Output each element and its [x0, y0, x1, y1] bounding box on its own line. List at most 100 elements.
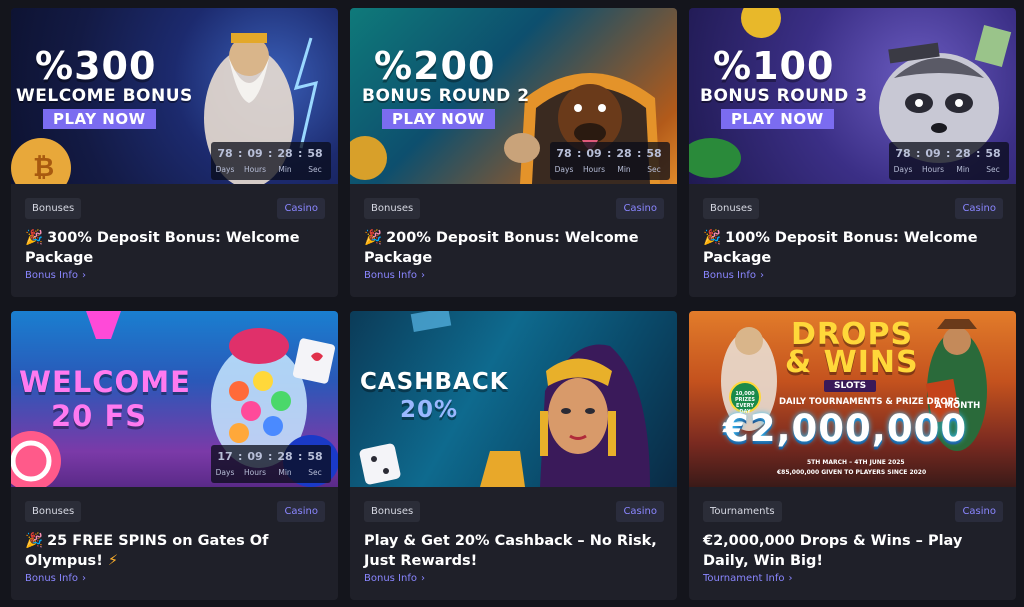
bonus-info-link[interactable]: Bonus Info ›: [364, 270, 425, 281]
timer-min: 28: [616, 147, 632, 160]
promo-title: Play & Get 20% Cashback – No Risk, Just …: [364, 531, 664, 571]
promo-card-cashback[interactable]: CASHBACK 20% Bonuses Casino Play & Get 2…: [350, 311, 677, 600]
countdown-timer: 78 : 09 : 28 : 58 Days Hours Min Sec: [211, 142, 331, 180]
timer-sec: 58: [307, 450, 323, 463]
bonus-percentage: %100: [713, 44, 835, 88]
promo-title-text: €2,000,000 Drops & Wins – Play Daily, Wi…: [703, 533, 963, 569]
party-icon: 🎉: [25, 533, 44, 549]
promo-title: 🎉 25 FREE SPINS on Gates Of Olympus! ⚡: [25, 531, 325, 571]
timer-sec: 58: [307, 147, 323, 160]
timer-days-label: Days: [215, 165, 235, 174]
timer-min: 28: [955, 147, 971, 160]
timer-sec-label: Sec: [986, 165, 1000, 174]
play-now-button[interactable]: PLAY NOW: [721, 109, 834, 129]
promo-banner[interactable]: %100 BONUS ROUND 3 PLAY NOW 78 : 09 : 28…: [689, 8, 1016, 184]
promo-card-200-bonus[interactable]: %200 BONUS ROUND 2 PLAY NOW 78 : 09 : 28…: [350, 8, 677, 297]
tag-badge: Bonuses: [364, 198, 421, 219]
promo-title: €2,000,000 Drops & Wins – Play Daily, Wi…: [703, 531, 1003, 571]
timer-days: 78: [217, 147, 233, 160]
welcome-heading: WELCOME: [19, 365, 191, 399]
category-badge: Casino: [277, 501, 325, 522]
timer-min-label: Min: [278, 165, 292, 174]
tag-badge: Bonuses: [25, 198, 82, 219]
chevron-right-icon: ›: [81, 573, 86, 584]
tournament-info-link[interactable]: Tournament Info ›: [703, 573, 793, 584]
tag-badge: Tournaments: [703, 501, 782, 522]
promo-banner[interactable]: %200 BONUS ROUND 2 PLAY NOW 78 : 09 : 28…: [350, 8, 677, 184]
cashback-heading: CASHBACK: [360, 369, 509, 395]
category-badge: Casino: [616, 198, 664, 219]
timer-sec: 58: [985, 147, 1001, 160]
promo-banner[interactable]: WELCOME 20 FS 17 : 09 : 28 : 58 Days Hou…: [11, 311, 338, 487]
category-badge: Casino: [616, 501, 664, 522]
timer-sec: 58: [646, 147, 662, 160]
chevron-right-icon: ›: [420, 270, 425, 281]
tournaments-subtitle: DAILY TOURNAMENTS & PRIZE DROPS: [779, 397, 960, 407]
timer-sec-label: Sec: [647, 165, 661, 174]
timer-hours: 09: [925, 147, 941, 160]
slots-label: SLOTS: [824, 380, 877, 392]
countdown-timer: 78 : 09 : 28 : 58 Days Hours Min Sec: [550, 142, 670, 180]
timer-hours: 09: [247, 450, 263, 463]
timer-sec-label: Sec: [308, 165, 322, 174]
timer-hours-label: Hours: [244, 165, 266, 174]
timer-days: 17: [217, 450, 233, 463]
chevron-right-icon: ›: [759, 270, 764, 281]
bonus-percentage: %300: [35, 44, 157, 88]
promo-title: 🎉 100% Deposit Bonus: Welcome Package: [703, 228, 1003, 268]
promo-title: 🎉 300% Deposit Bonus: Welcome Package: [25, 228, 325, 268]
timer-hours-label: Hours: [583, 165, 605, 174]
play-now-button[interactable]: PLAY NOW: [43, 109, 156, 129]
chevron-right-icon: ›: [420, 573, 425, 584]
bonus-info-label[interactable]: Bonus Info: [364, 573, 417, 584]
timer-min-label: Min: [956, 165, 970, 174]
countdown-timer: 78 : 09 : 28 : 58 Days Hours Min Sec: [889, 142, 1009, 180]
party-icon: 🎉: [25, 230, 44, 246]
bonus-info-label[interactable]: Bonus Info: [364, 270, 417, 281]
promo-card-100-bonus[interactable]: %100 BONUS ROUND 3 PLAY NOW 78 : 09 : 28…: [689, 8, 1016, 297]
promo-title-text: 200% Deposit Bonus: Welcome Package: [364, 230, 639, 266]
banner-subtitle: BONUS ROUND 3: [700, 86, 868, 106]
tournament-info-label[interactable]: Tournament Info: [703, 573, 785, 584]
promo-banner[interactable]: CASHBACK 20%: [350, 311, 677, 487]
category-badge: Casino: [955, 501, 1003, 522]
bonus-info-link[interactable]: Bonus Info ›: [25, 573, 86, 584]
bonus-info-label[interactable]: Bonus Info: [703, 270, 756, 281]
tag-badge: Bonuses: [364, 501, 421, 522]
timer-min-label: Min: [617, 165, 631, 174]
campaign-dates: 5TH MARCH – 4TH JUNE 2025: [807, 459, 905, 466]
timer-hours: 09: [247, 147, 263, 160]
timer-sec-label: Sec: [308, 468, 322, 477]
bonus-info-label[interactable]: Bonus Info: [25, 573, 78, 584]
timer-hours-label: Hours: [922, 165, 944, 174]
promo-card-300-welcome[interactable]: ₿ %300 WELCOME BONUS PLAY NOW 78 : 09 : …: [11, 8, 338, 297]
timer-min: 28: [277, 147, 293, 160]
promo-card-drops-wins[interactable]: DROPS & WINS SLOTS DAILY TOURNAMENTS & P…: [689, 311, 1016, 600]
bonus-info-label[interactable]: Bonus Info: [25, 270, 78, 281]
banner-subtitle: BONUS ROUND 2: [362, 86, 530, 106]
category-badge: Casino: [277, 198, 325, 219]
bonus-info-link[interactable]: Bonus Info ›: [703, 270, 764, 281]
per-month-label: A MONTH: [935, 401, 981, 411]
promo-title-text: 300% Deposit Bonus: Welcome Package: [25, 230, 300, 266]
category-badge: Casino: [955, 198, 1003, 219]
timer-days-label: Days: [215, 468, 235, 477]
bonus-percentage: %200: [374, 44, 496, 88]
promo-banner[interactable]: DROPS & WINS SLOTS DAILY TOURNAMENTS & P…: [689, 311, 1016, 487]
chevron-right-icon: ›: [788, 573, 793, 584]
lightning-icon: ⚡: [107, 553, 119, 569]
svg-text:₿: ₿: [33, 153, 54, 183]
party-icon: 🎉: [703, 230, 722, 246]
total-given-note: €85,000,000 GIVEN TO PLAYERS SINCE 2020: [777, 469, 927, 476]
promo-title-text: 100% Deposit Bonus: Welcome Package: [703, 230, 978, 266]
promo-title-text: 25 FREE SPINS on Gates Of Olympus!: [25, 533, 269, 569]
timer-hours: 09: [586, 147, 602, 160]
banner-subtitle: WELCOME BONUS: [16, 86, 193, 106]
promo-card-20-fs[interactable]: WELCOME 20 FS 17 : 09 : 28 : 58 Days Hou…: [11, 311, 338, 600]
bonus-info-link[interactable]: Bonus Info ›: [25, 270, 86, 281]
bonus-info-link[interactable]: Bonus Info ›: [364, 573, 425, 584]
promo-banner[interactable]: ₿ %300 WELCOME BONUS PLAY NOW 78 : 09 : …: [11, 8, 338, 184]
timer-days-label: Days: [554, 165, 574, 174]
free-spins-count: 20 FS: [51, 399, 148, 433]
play-now-button[interactable]: PLAY NOW: [382, 109, 495, 129]
